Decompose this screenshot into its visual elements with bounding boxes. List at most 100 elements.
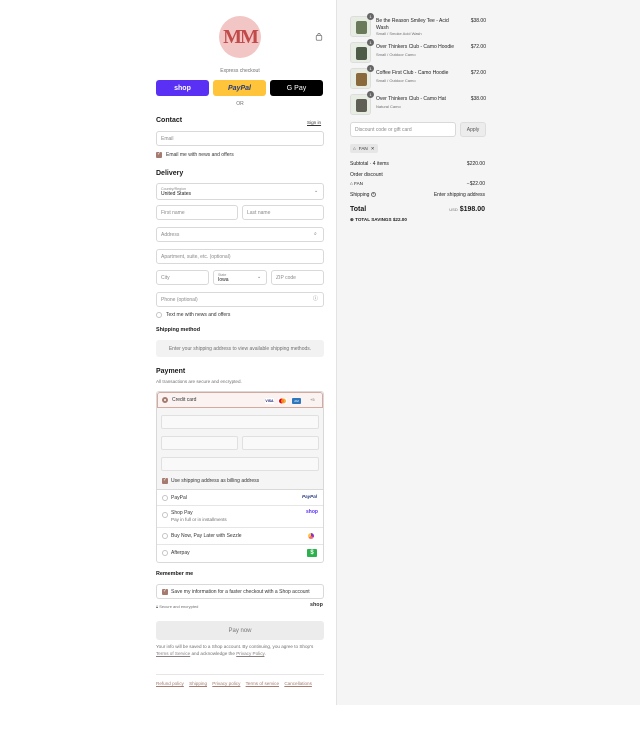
mastercard-icon [278, 398, 287, 404]
country-select[interactable]: Country/Region United States [156, 183, 324, 200]
cancellations-link[interactable]: Cancellations [284, 681, 312, 686]
privacy-policy-link[interactable]: Privacy Policy [236, 651, 264, 656]
search-icon: ⌕ [314, 231, 317, 237]
shop-pay-sub: Pay in full or in installments [171, 517, 227, 522]
credit-card-option[interactable]: Credit card VISA AM +5 [157, 392, 323, 408]
total-row: USD $198.00 [449, 206, 485, 213]
secure-label: Secure and encrypted [159, 604, 199, 609]
google-pay-button[interactable]: G Pay [270, 80, 323, 96]
legal-notice: Your info will be saved to a Shop accoun… [156, 644, 324, 657]
secure-row: 🔒︎ Secure and encrypted [156, 604, 198, 609]
discount-code-label: FAN [354, 181, 363, 186]
expiry-field[interactable] [161, 436, 238, 450]
credit-card-radio[interactable] [162, 397, 168, 403]
item-variant: Small / Smoke Acid Wash [376, 31, 422, 36]
item-name: Coffee First Club - Camo Hoodie [376, 70, 449, 76]
shop-pay-button[interactable]: shop [156, 80, 209, 96]
name-on-card-field[interactable] [161, 457, 319, 471]
shipping-method-message: Enter your shipping address to view avai… [156, 340, 324, 357]
shopping-bag-icon[interactable] [315, 33, 323, 41]
apply-button[interactable]: Apply [460, 122, 486, 137]
discount-code-row: ⌂ FAN [350, 181, 363, 186]
afterpay-radio[interactable] [162, 550, 168, 556]
first-name-field[interactable]: First name [156, 205, 238, 220]
privacy-policy-footer-link[interactable]: Privacy policy [212, 681, 240, 686]
credit-card-label: Credit card [172, 397, 197, 403]
terms-of-service-link[interactable]: Terms of Service [156, 651, 190, 656]
subtotal-value: $220.00 [466, 161, 485, 167]
remember-me-heading: Remember me [156, 571, 194, 577]
tag-icon: ⌂ [353, 146, 356, 151]
cart-item: 1 Over Thinkers Club - Camo Hoodie Small… [350, 39, 486, 64]
security-code-field[interactable] [242, 436, 319, 450]
visa-icon: VISA [265, 398, 274, 404]
afterpay-option[interactable]: Afterpay $ [157, 545, 323, 562]
page-footer-blank [0, 705, 640, 733]
help-icon[interactable]: ⓘ [313, 295, 318, 302]
save-info-checkbox[interactable] [162, 588, 168, 595]
discount-tag: ⌂ FAN ✕ [350, 144, 378, 153]
savings-label: TOTAL SAVINGS [355, 217, 392, 222]
paypal-label: PayPal [171, 495, 187, 501]
store-logo[interactable]: MM [219, 16, 261, 58]
email-news-checkbox[interactable] [156, 151, 162, 158]
cart-item: 1 Over Thinkers Club - Camo Hat Natural … [350, 91, 486, 116]
or-divider: OR [236, 101, 244, 107]
chevron-down-icon: ⌄ [314, 188, 319, 194]
remember-me-box: Save my information for a faster checkou… [156, 584, 324, 599]
item-price: $72.00 [470, 44, 486, 50]
policy-links: Refund policy Shipping Privacy policy Te… [156, 674, 324, 688]
item-price: $72.00 [470, 70, 486, 76]
text-news-label: Text me with news and offers [166, 312, 231, 318]
sezzle-radio[interactable] [162, 533, 168, 539]
refund-policy-link[interactable]: Refund policy [156, 681, 184, 686]
sezzle-label: Buy Now, Pay Later with Sezzle [171, 533, 242, 539]
legal-pre: Your info will be saved to a Shop accoun… [156, 644, 314, 649]
discount-value: −$22.00 [466, 181, 485, 187]
cart-item: 1 Be the Reason Smiley Tee - Acid Wash S… [350, 13, 486, 38]
billing-same-label: Use shipping address as billing address [171, 478, 260, 484]
order-summary-panel: 1 Be the Reason Smiley Tee - Acid Wash S… [336, 0, 640, 705]
remove-discount-icon[interactable]: ✕ [371, 146, 375, 152]
sezzle-option[interactable]: Buy Now, Pay Later with Sezzle [157, 528, 323, 545]
apartment-field[interactable]: Apartment, suite, etc. (optional) [156, 249, 324, 264]
delivery-heading: Delivery [156, 170, 184, 177]
afterpay-label: Afterpay [171, 550, 190, 556]
card-number-field[interactable] [161, 415, 319, 429]
shipping-label: Shipping [350, 192, 370, 198]
legal-post: . [264, 650, 266, 656]
item-variant: Natural Camo [376, 104, 401, 109]
pay-now-button[interactable]: Pay now [156, 621, 324, 640]
help-icon[interactable]: ? [370, 192, 376, 198]
shipping-policy-link[interactable]: Shipping [189, 681, 207, 686]
order-discount-label: Order discount [350, 172, 383, 178]
terms-of-service-footer-link[interactable]: Terms of service [246, 681, 279, 686]
last-name-field[interactable]: Last name [242, 205, 324, 220]
shop-pay-option[interactable]: Shop Pay Pay in full or in installments … [157, 506, 323, 528]
country-value: United States [161, 190, 192, 197]
payment-subtitle: All transactions are secure and encrypte… [156, 379, 242, 384]
payment-methods: Credit card VISA AM +5 Use shipping addr… [156, 391, 324, 563]
more-cards-count: +5 [310, 397, 315, 402]
address-field[interactable]: Address [156, 227, 324, 242]
total-value: $198.00 [459, 206, 485, 213]
phone-field[interactable]: Phone (optional) [156, 292, 324, 307]
quantity-badge: 1 [367, 65, 374, 72]
paypal-radio[interactable] [162, 495, 168, 501]
quantity-badge: 1 [367, 13, 374, 20]
zip-field[interactable]: ZIP code [271, 270, 324, 285]
sign-in-link[interactable]: Sign in [307, 120, 321, 125]
contact-heading: Contact [156, 117, 183, 124]
billing-same-checkbox[interactable] [162, 477, 168, 484]
shipping-value: Enter shipping address [433, 192, 485, 198]
discount-code-input[interactable]: Discount code or gift card [350, 122, 456, 137]
chevron-down-icon: ⌄ [257, 274, 262, 280]
text-news-checkbox[interactable] [156, 312, 162, 318]
paypal-option[interactable]: PayPal PayPal [157, 490, 323, 506]
email-field[interactable]: Email [156, 131, 324, 146]
shop-pay-radio[interactable] [162, 512, 168, 518]
item-variant: Small / Outdoor Camo [376, 52, 416, 57]
city-field[interactable]: City [156, 270, 209, 285]
save-info-label: Save my information for a faster checkou… [171, 589, 310, 595]
paypal-button[interactable]: PayPal [213, 80, 266, 96]
